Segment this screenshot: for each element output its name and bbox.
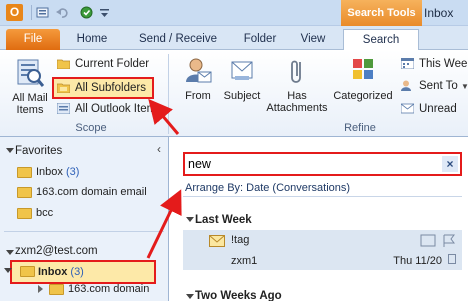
mail-date: Thu 11/20 bbox=[393, 255, 442, 267]
mail-subject: !tag bbox=[231, 234, 250, 246]
instant-search-box[interactable]: new × bbox=[183, 152, 462, 176]
ribbon-group-separator bbox=[168, 54, 169, 134]
refresh-icon[interactable] bbox=[80, 6, 93, 19]
subject-icon bbox=[231, 61, 253, 80]
flag-box-icon[interactable] bbox=[448, 254, 456, 264]
subject-button[interactable]: Subject bbox=[221, 56, 263, 102]
group-collapse-icon[interactable] bbox=[186, 294, 194, 299]
all-mail-items-button[interactable]: All Mail Items bbox=[8, 56, 52, 116]
account-header[interactable]: zxm2@test.com bbox=[15, 243, 98, 259]
customize-qat-icon[interactable] bbox=[98, 6, 111, 19]
scope-group-label: Scope bbox=[75, 122, 107, 134]
unread-label: Unread bbox=[419, 103, 457, 115]
current-folder-button[interactable]: Current Folder bbox=[54, 55, 149, 73]
categorized-button[interactable]: Categorized bbox=[331, 56, 395, 102]
this-week-label: This Wee bbox=[419, 58, 468, 70]
paperclip-icon bbox=[291, 60, 301, 83]
undo-icon[interactable] bbox=[56, 6, 69, 19]
sent-to-icon bbox=[401, 80, 411, 91]
group-heading-two-weeks-ago[interactable]: Two Weeks Ago bbox=[195, 290, 282, 301]
group-heading-last-week[interactable]: Last Week bbox=[195, 214, 252, 226]
favorite-163-name: 163.com domain email bbox=[36, 186, 147, 198]
categorized-label: Categorized bbox=[333, 90, 393, 102]
outlook-logo-icon[interactable]: O bbox=[6, 4, 23, 21]
envelope-icon bbox=[209, 235, 225, 247]
quick-access-separator bbox=[31, 5, 32, 20]
tab-search[interactable]: Search bbox=[343, 29, 419, 51]
favorite-inbox[interactable]: Inbox (3) bbox=[14, 164, 79, 181]
minimize-pane-icon[interactable]: ‹ bbox=[157, 142, 161, 156]
mail-list-pane: new × Arrange By: Date (Conversations) L… bbox=[169, 137, 468, 301]
inbox-expand-icon[interactable] bbox=[4, 268, 12, 273]
mail-item[interactable]: !tag zxm1 Thu 11/20 bbox=[183, 230, 462, 270]
this-week-button[interactable]: This Wee bbox=[398, 55, 467, 73]
unread-button[interactable]: Unread bbox=[398, 100, 457, 118]
folder-icon bbox=[17, 187, 32, 198]
nav-divider bbox=[4, 231, 164, 232]
calendar-icon bbox=[401, 58, 414, 69]
favorite-bcc[interactable]: bcc bbox=[14, 205, 53, 222]
favorites-collapse-icon[interactable] bbox=[6, 148, 14, 153]
favorites-header[interactable]: Favorites bbox=[15, 143, 62, 159]
all-subfolders-highlight bbox=[52, 77, 154, 99]
ribbon: All Mail Items Current Folder All Subfol… bbox=[0, 50, 468, 137]
all-mail-items-label-2: Items bbox=[16, 104, 44, 116]
folder-163-domain[interactable]: 163.com domain bbox=[46, 281, 149, 298]
sent-to-label: Sent To bbox=[419, 80, 458, 92]
window-title: Inbox bbox=[424, 6, 454, 20]
sent-to-button[interactable]: Sent To ▼ bbox=[398, 77, 468, 95]
sent-to-dropdown-icon[interactable]: ▼ bbox=[461, 82, 468, 91]
refine-group-label: Refine bbox=[344, 122, 376, 134]
navigation-pane: Favorites ‹ Inbox (3) 163.com domain ema… bbox=[0, 137, 169, 301]
all-outlook-items-label: All Outlook Items bbox=[75, 103, 162, 115]
unread-envelope-icon bbox=[401, 103, 414, 114]
mail-sender: zxm1 bbox=[231, 255, 258, 267]
inbox-folder-icon bbox=[17, 167, 32, 178]
current-folder-label: Current Folder bbox=[75, 58, 150, 70]
folder-163-name: 163.com domain bbox=[68, 283, 150, 295]
has-attachments-label-2: Attachments bbox=[266, 102, 328, 114]
from-person-icon bbox=[186, 58, 212, 83]
tab-view[interactable]: View bbox=[293, 29, 333, 50]
all-outlook-items-button[interactable]: All Outlook Items bbox=[54, 100, 162, 118]
categories-icon bbox=[353, 59, 373, 79]
all-mail-items-label-1: All Mail bbox=[12, 92, 48, 104]
from-label: From bbox=[185, 90, 211, 102]
folder-icon bbox=[49, 284, 64, 295]
arrange-by-label: Arrange By: Date (Conversations) bbox=[185, 182, 351, 194]
send-receive-icon[interactable] bbox=[36, 6, 49, 19]
favorite-bcc-name: bcc bbox=[36, 207, 54, 219]
from-button[interactable]: From bbox=[180, 56, 216, 102]
has-attachments-button[interactable]: Has Attachments bbox=[265, 56, 329, 114]
tab-send-receive[interactable]: Send / Receive bbox=[132, 29, 224, 50]
has-attachments-label-1: Has bbox=[287, 90, 307, 102]
group-collapse-icon[interactable] bbox=[186, 217, 194, 222]
tab-file[interactable]: File bbox=[6, 29, 60, 50]
favorite-inbox-count: (3) bbox=[65, 166, 80, 178]
tab-home[interactable]: Home bbox=[70, 29, 114, 50]
outlook-items-icon bbox=[57, 103, 70, 114]
folder-icon bbox=[57, 59, 70, 69]
favorite-163-domain-email[interactable]: 163.com domain email bbox=[14, 184, 147, 201]
arrange-by-bar[interactable]: Arrange By: Date (Conversations) bbox=[183, 179, 462, 197]
account-collapse-icon[interactable] bbox=[6, 250, 14, 255]
ribbon-tab-row: File Home Send / Receive Folder View Sea… bbox=[0, 26, 468, 51]
folder-icon bbox=[17, 208, 32, 219]
category-flag-icons[interactable] bbox=[420, 234, 458, 248]
search-input[interactable]: new bbox=[188, 157, 211, 171]
subject-label: Subject bbox=[223, 90, 261, 102]
clear-search-icon[interactable]: × bbox=[442, 156, 458, 172]
title-bar: O Search Tools Inbox bbox=[0, 0, 468, 26]
search-tools-context-label: Search Tools bbox=[341, 0, 422, 26]
subfolder-expand-icon[interactable] bbox=[38, 285, 43, 293]
tab-folder[interactable]: Folder bbox=[236, 29, 284, 50]
favorite-inbox-name: Inbox bbox=[36, 166, 63, 178]
all-mail-items-icon bbox=[17, 59, 44, 87]
